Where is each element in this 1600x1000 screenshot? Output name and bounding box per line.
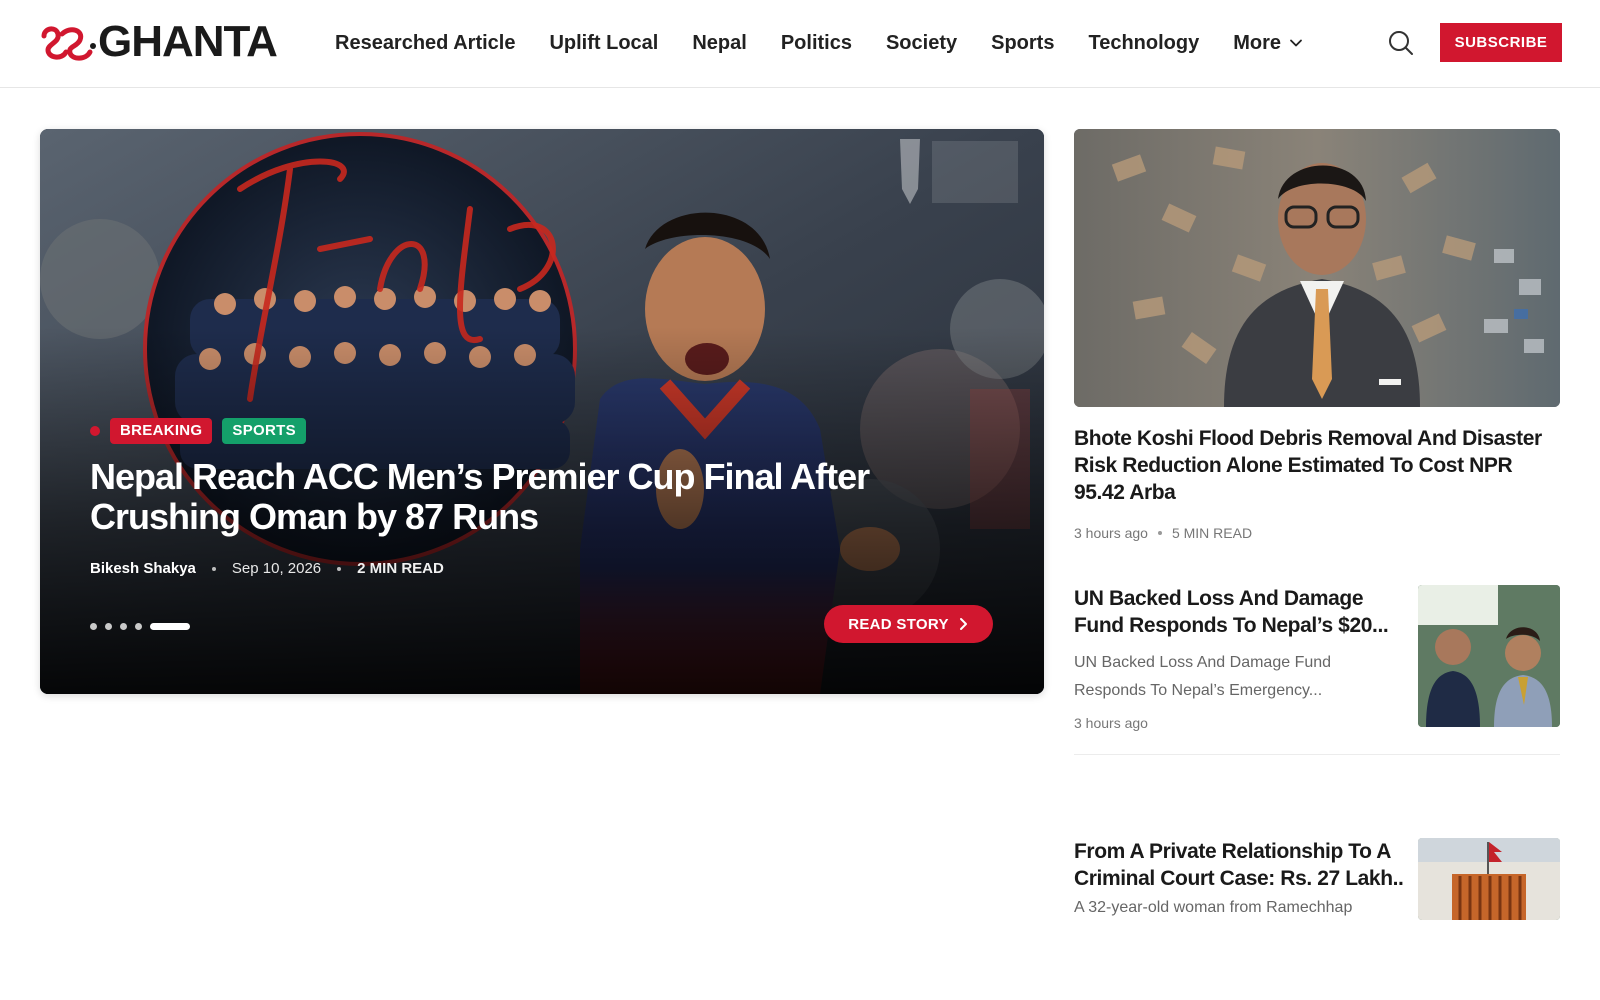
hero-author[interactable]: Bikesh Shakya — [90, 560, 196, 577]
nav-item-more-label: More — [1233, 31, 1282, 54]
hero-title[interactable]: Nepal Reach ACC Men’s Premier Cup Final … — [90, 457, 890, 537]
sidebar-stories: Bhote Koshi Flood Debris Removal And Dis… — [1074, 129, 1560, 920]
story-title-line: Criminal Court Case: Rs. 27 Lakh... — [1074, 867, 1404, 890]
story-thumbnail[interactable] — [1418, 838, 1560, 920]
search-icon[interactable] — [1387, 29, 1415, 57]
slider-dot-3[interactable] — [120, 623, 127, 630]
hero-meta: Bikesh Shakya Sep 10, 2026 2 MIN READ — [90, 560, 444, 577]
nav-item-technology[interactable]: Technology — [1088, 32, 1199, 55]
hero-read-time: 2 MIN READ — [357, 560, 444, 577]
featured-story-title[interactable]: Bhote Koshi Flood Debris Removal And Dis… — [1074, 425, 1544, 506]
meta-separator — [211, 566, 216, 571]
story-title[interactable]: UN Backed Loss And Damage Fund Responds … — [1074, 585, 1404, 639]
featured-story-read-time: 5 MIN READ — [1171, 525, 1253, 541]
chevron-down-icon — [1290, 39, 1302, 47]
story-thumbnail-art — [1418, 585, 1560, 727]
story-title-line: From A Private Relationship To A — [1074, 840, 1392, 863]
site-logo[interactable]: GHANTA — [40, 17, 278, 66]
logo-mark-icon — [41, 26, 96, 61]
story-excerpt: A 32-year-old woman from Ramechhap — [1074, 894, 1374, 920]
hero-slider[interactable]: BREAKING SPORTS Nepal Reach ACC Men’s Pr… — [40, 129, 1044, 694]
featured-story-time: 3 hours ago — [1074, 525, 1148, 541]
list-item[interactable]: UN Backed Loss And Damage Fund Responds … — [1074, 585, 1560, 755]
slider-dot-1[interactable] — [90, 623, 97, 630]
nav-item-politics[interactable]: Politics — [781, 32, 852, 55]
hero-badges: BREAKING SPORTS — [90, 418, 316, 444]
featured-story-image[interactable] — [1074, 129, 1560, 407]
main-nav: Researched Article Uplift Local Nepal Po… — [318, 26, 1320, 60]
story-thumbnail-art — [1418, 838, 1560, 920]
breaking-badge[interactable]: BREAKING — [110, 418, 213, 444]
nav-item-sports[interactable]: Sports — [991, 32, 1054, 55]
slider-dot-active[interactable] — [150, 623, 190, 630]
subscribe-button[interactable]: SUBSCRIBE — [1440, 23, 1562, 62]
meta-separator — [1157, 531, 1162, 535]
nav-item-researched-article[interactable]: Researched Article — [335, 32, 515, 55]
list-item[interactable]: From A Private Relationship To A Crimina… — [1074, 838, 1560, 920]
story-title[interactable]: From A Private Relationship To A Crimina… — [1074, 838, 1404, 892]
nav-item-nepal[interactable]: Nepal — [692, 32, 746, 55]
nav-item-more[interactable]: More — [1233, 32, 1303, 55]
slider-dots — [90, 623, 190, 630]
story-title-line: Fund Responds To Nepal’s $20... — [1074, 614, 1389, 637]
slider-dot-2[interactable] — [105, 623, 112, 630]
story-excerpt: UN Backed Loss And Damage Fund Responds … — [1074, 649, 1374, 705]
story-title-line: UN Backed Loss And Damage — [1074, 587, 1364, 610]
logo-text: GHANTA — [98, 17, 278, 66]
read-story-label: READ STORY — [848, 615, 949, 633]
nav-item-uplift-local[interactable]: Uplift Local — [549, 32, 658, 55]
featured-story-meta: 3 hours ago 5 MIN READ — [1074, 525, 1252, 541]
meta-separator — [337, 566, 342, 571]
read-story-button[interactable]: READ STORY — [824, 605, 993, 643]
nav-item-society[interactable]: Society — [886, 32, 957, 55]
featured-image-art — [1074, 129, 1560, 407]
category-badge[interactable]: SPORTS — [222, 418, 306, 444]
story-excerpt-line: UN Backed Loss And Damage Fund — [1074, 654, 1332, 671]
live-dot-icon — [90, 426, 100, 436]
hero-date: Sep 10, 2026 — [231, 560, 322, 577]
story-excerpt-line: Responds To Nepal’s Emergency... — [1074, 682, 1323, 699]
story-time: 3 hours ago — [1074, 715, 1148, 731]
slider-dot-4[interactable] — [135, 623, 142, 630]
story-excerpt-line: A 32-year-old woman from Ramechhap — [1074, 899, 1353, 916]
chevron-right-icon — [959, 618, 967, 630]
site-header: GHANTA Researched Article Uplift Local N… — [0, 0, 1600, 88]
story-thumbnail[interactable] — [1418, 585, 1560, 727]
